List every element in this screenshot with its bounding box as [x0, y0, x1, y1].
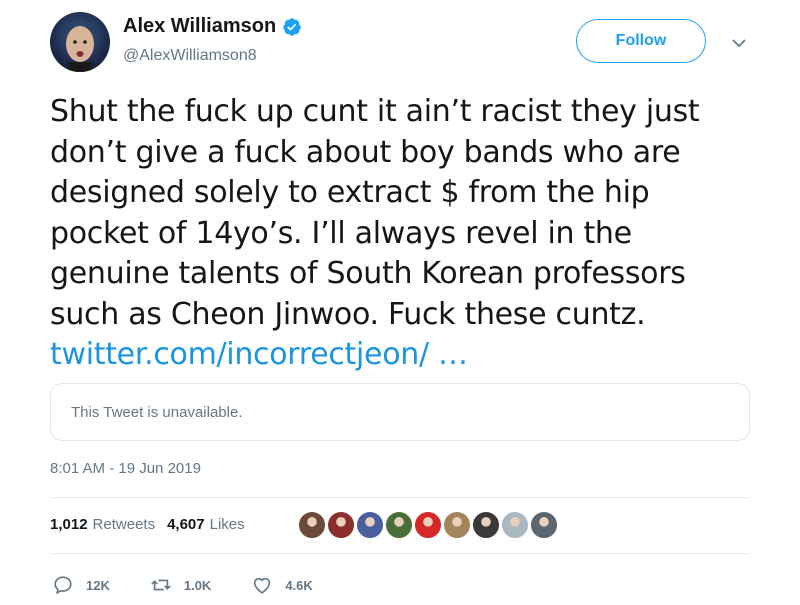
- chevron-down-icon[interactable]: [730, 36, 748, 50]
- tweet-text-line: Shut the fuck up cunt it ain’t racist th…: [50, 94, 700, 129]
- author-name-row[interactable]: Alex Williamson: [123, 15, 302, 38]
- retweet-count: 1.0K: [183, 577, 212, 593]
- liker-avatar[interactable]: [501, 511, 529, 539]
- likes-label[interactable]: Likes: [210, 516, 245, 533]
- author-name[interactable]: Alex Williamson: [123, 15, 276, 38]
- liker-avatar[interactable]: [327, 511, 355, 539]
- tweet-text-line: don’t give a fuck about boy bands who ar…: [50, 134, 681, 170]
- tweet-timestamp[interactable]: 8:01 AM - 19 Jun 2019: [50, 460, 201, 477]
- like-count: 4.6K: [285, 577, 313, 593]
- reply-icon: [54, 576, 72, 595]
- follow-button[interactable]: Follow: [576, 19, 706, 63]
- liker-avatar[interactable]: [298, 511, 326, 539]
- tweet-text: Shut the fuck up cunt it ain’t racist th…: [50, 92, 760, 376]
- liker-avatar[interactable]: [443, 511, 471, 539]
- retweet-button[interactable]: 1.0K: [150, 574, 211, 596]
- author-avatar[interactable]: [50, 12, 110, 72]
- liker-avatar[interactable]: [385, 511, 413, 539]
- verified-badge-icon: [283, 17, 301, 36]
- reply-count: 12K: [86, 577, 110, 593]
- retweets-count[interactable]: 1,012: [50, 516, 88, 533]
- author-handle[interactable]: @AlexWilliamson8: [123, 47, 257, 65]
- tweet-actions: 12K 1.0K 4.6K: [52, 574, 353, 596]
- tweet-text-line: such as Cheon Jinwoo. Fuck these cuntz.: [50, 296, 646, 332]
- tweet-text-line: pocket of 14yo’s. I’ll always revel in t…: [50, 215, 632, 251]
- like-button[interactable]: 4.6K: [251, 574, 313, 596]
- divider: [50, 553, 750, 554]
- tweet-text-line: genuine talents of South Korean professo…: [50, 256, 686, 291]
- likes-count[interactable]: 4,607: [167, 516, 205, 533]
- liker-avatar[interactable]: [472, 511, 500, 539]
- tweet-text-line: designed solely to extract $ from the hi…: [50, 175, 650, 210]
- liker-avatar[interactable]: [530, 511, 558, 539]
- liker-avatars: [298, 511, 559, 539]
- reply-button[interactable]: 12K: [52, 574, 110, 596]
- divider: [50, 497, 750, 498]
- quoted-tweet-card[interactable]: This Tweet is unavailable.: [50, 383, 750, 441]
- quoted-tweet-unavailable-text: This Tweet is unavailable.: [71, 404, 243, 421]
- retweets-label[interactable]: Retweets: [93, 516, 156, 533]
- retweet-icon: [151, 579, 171, 591]
- heart-icon: [254, 577, 271, 594]
- tweet-link[interactable]: twitter.com/incorrectjeon/ …: [50, 335, 760, 376]
- liker-avatar[interactable]: [356, 511, 384, 539]
- liker-avatar[interactable]: [414, 511, 442, 539]
- tweet-stats: 1,012 Retweets 4,607 Likes: [50, 516, 257, 533]
